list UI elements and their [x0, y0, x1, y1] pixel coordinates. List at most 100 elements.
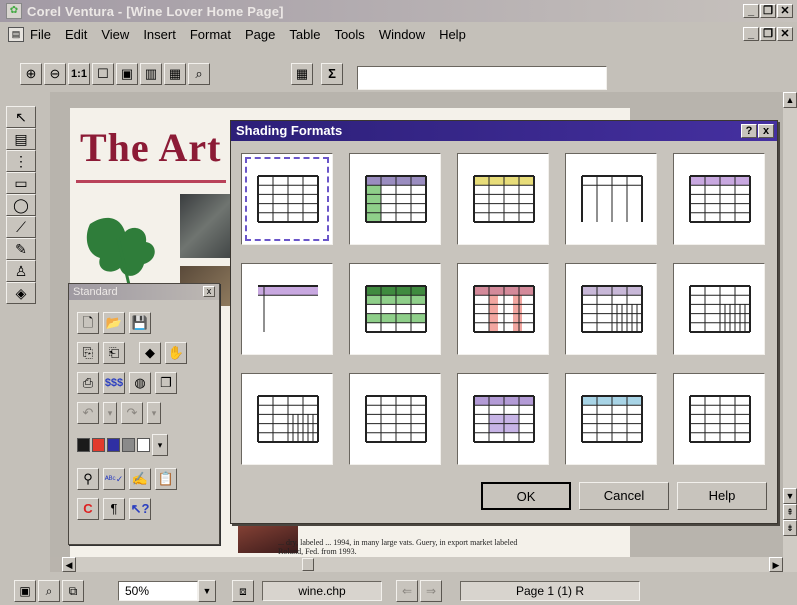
zoom-select[interactable]: 50%	[118, 581, 198, 601]
clipboard-icon[interactable]: 📋	[155, 468, 177, 490]
prev-page-icon[interactable]: ⇞	[783, 504, 797, 520]
corel-icon[interactable]: C	[77, 498, 99, 520]
menu-edit[interactable]: Edit	[65, 27, 87, 42]
scroll-down-icon[interactable]: ▼	[783, 488, 797, 504]
minimize-button[interactable]: _	[743, 4, 759, 18]
save-icon[interactable]: 💾	[129, 312, 151, 334]
rectangle-tool-icon[interactable]: ▭	[6, 172, 36, 194]
prev-page-button[interactable]: ⇐	[396, 580, 418, 602]
frame-tool-icon[interactable]: ▤	[6, 128, 36, 150]
cancel-button[interactable]: Cancel	[579, 482, 669, 510]
zoom-dropdown-icon[interactable]: ▼	[198, 580, 216, 602]
paragraph-icon[interactable]: ¶	[103, 498, 125, 520]
full-page-icon[interactable]: ☐	[92, 63, 114, 85]
scroll-left-icon[interactable]: ◀	[62, 557, 76, 572]
vertical-scroll-track[interactable]	[783, 108, 797, 488]
line-tool-icon[interactable]: ⟋	[6, 216, 36, 238]
shading-format-purple-subheader[interactable]	[565, 263, 657, 355]
next-page-button[interactable]: ⇒	[420, 580, 442, 602]
shading-format-purple-blocks[interactable]	[457, 373, 549, 465]
undo-dropdown-icon[interactable]: ▾	[103, 402, 117, 424]
menu-tools[interactable]: Tools	[334, 27, 364, 42]
swatch-blue[interactable]	[107, 438, 120, 452]
find-binoculars-icon[interactable]: ⚲	[77, 468, 99, 490]
ellipse-tool-icon[interactable]: ◯	[6, 194, 36, 216]
menu-window[interactable]: Window	[379, 27, 425, 42]
hand-icon[interactable]: ✋	[165, 342, 187, 364]
doc-minimize-button[interactable]: _	[743, 27, 759, 41]
print-icon[interactable]: ⎙	[77, 372, 99, 394]
facing-pages-icon[interactable]: ▥	[140, 63, 162, 85]
page-view-icon[interactable]: ▣	[14, 580, 36, 602]
menu-format[interactable]: Format	[190, 27, 231, 42]
restore-button[interactable]: ❐	[760, 4, 776, 18]
dialog-title-bar[interactable]: Shading Formats ? x	[231, 121, 777, 141]
swatch-white[interactable]	[137, 438, 150, 452]
horizontal-scrollbar[interactable]: ◀ ▶	[62, 557, 783, 572]
redo-dropdown-icon[interactable]: ▾	[147, 402, 161, 424]
close-button[interactable]: ✕	[777, 4, 793, 18]
export-icon[interactable]: ⎗	[103, 342, 125, 364]
ok-button[interactable]: OK	[481, 482, 571, 510]
dialog-help-button[interactable]: ?	[741, 124, 757, 138]
outline-tool-icon[interactable]: ♙	[6, 260, 36, 282]
doc-restore-button[interactable]: ❐	[760, 27, 776, 41]
swatch-black[interactable]	[77, 438, 90, 452]
context-help-icon[interactable]: ↖?	[129, 498, 151, 520]
shading-format-blue-header[interactable]	[565, 373, 657, 465]
shading-format-red-columns[interactable]	[457, 263, 549, 355]
fill-tool-icon[interactable]: ◈	[6, 282, 36, 304]
shading-format-green-left-column[interactable]	[349, 153, 441, 245]
swatch-gray[interactable]	[122, 438, 135, 452]
horizontal-scroll-thumb[interactable]	[302, 558, 314, 571]
zoom-out-icon[interactable]: ⊖	[44, 63, 66, 85]
shading-format-corner-lines[interactable]	[241, 263, 333, 355]
menu-help[interactable]: Help	[439, 27, 466, 42]
shading-format-purple-header-lines[interactable]	[673, 153, 765, 245]
redo-icon[interactable]: ↷	[121, 402, 143, 424]
shading-format-yellow-header[interactable]	[457, 153, 549, 245]
dialog-close-button[interactable]: x	[758, 124, 774, 138]
actual-size-button[interactable]: 1:1	[68, 63, 90, 85]
document-icon[interactable]: ▤	[8, 26, 24, 42]
swatch-red[interactable]	[92, 438, 105, 452]
globe-icon[interactable]: ◍	[129, 372, 151, 394]
doc-close-button[interactable]: ✕	[777, 27, 793, 41]
shading-format-wide-grid[interactable]	[349, 373, 441, 465]
spread-icon[interactable]: ▦	[164, 63, 186, 85]
menu-view[interactable]: View	[101, 27, 129, 42]
scroll-right-icon[interactable]: ▶	[769, 557, 783, 572]
palette-close-button[interactable]: x	[203, 286, 215, 297]
undo-icon[interactable]: ↶	[77, 402, 99, 424]
color-dropdown-icon[interactable]: ▾	[152, 434, 168, 456]
formula-input[interactable]	[357, 66, 607, 90]
edit-text-icon[interactable]: ✍	[129, 468, 151, 490]
shading-format-split-grid-2[interactable]	[241, 373, 333, 465]
copy-view-icon[interactable]: ⧉	[62, 580, 84, 602]
sum-icon[interactable]: Σ	[321, 63, 343, 85]
chapter-icon[interactable]: ⧈	[232, 580, 254, 602]
table-grid-icon[interactable]: ▦	[291, 63, 313, 85]
spellcheck-icon[interactable]: ᴬᴮᶜ✓	[103, 468, 125, 490]
palette-title[interactable]: Standard x	[69, 284, 219, 300]
new-document-icon[interactable]: 🗋	[77, 312, 99, 334]
menu-insert[interactable]: Insert	[143, 27, 176, 42]
menu-file[interactable]: File	[30, 27, 51, 42]
book-icon[interactable]: ❐	[155, 372, 177, 394]
node-tool-icon[interactable]: ⋮	[6, 150, 36, 172]
vertical-scrollbar[interactable]: ▲ ▼ ⇞ ⇟	[783, 92, 797, 572]
pen-tool-icon[interactable]: ✎	[6, 238, 36, 260]
open-folder-icon[interactable]: 📂	[103, 312, 125, 334]
shading-format-open-columns[interactable]	[565, 153, 657, 245]
database-icon[interactable]: ◆	[139, 342, 161, 364]
pick-tool-icon[interactable]: ↖	[6, 106, 36, 128]
shading-format-plain[interactable]	[241, 153, 333, 245]
next-page-icon[interactable]: ⇟	[783, 520, 797, 536]
shading-format-split-grid[interactable]	[673, 263, 765, 355]
zoom-in-icon[interactable]: ⊕	[20, 63, 42, 85]
menu-page[interactable]: Page	[245, 27, 275, 42]
help-button[interactable]: Help	[677, 482, 767, 510]
shading-format-plain-lined[interactable]	[673, 373, 765, 465]
page-width-icon[interactable]: ▣	[116, 63, 138, 85]
zoom-tool-icon[interactable]: ⌕	[188, 63, 210, 85]
